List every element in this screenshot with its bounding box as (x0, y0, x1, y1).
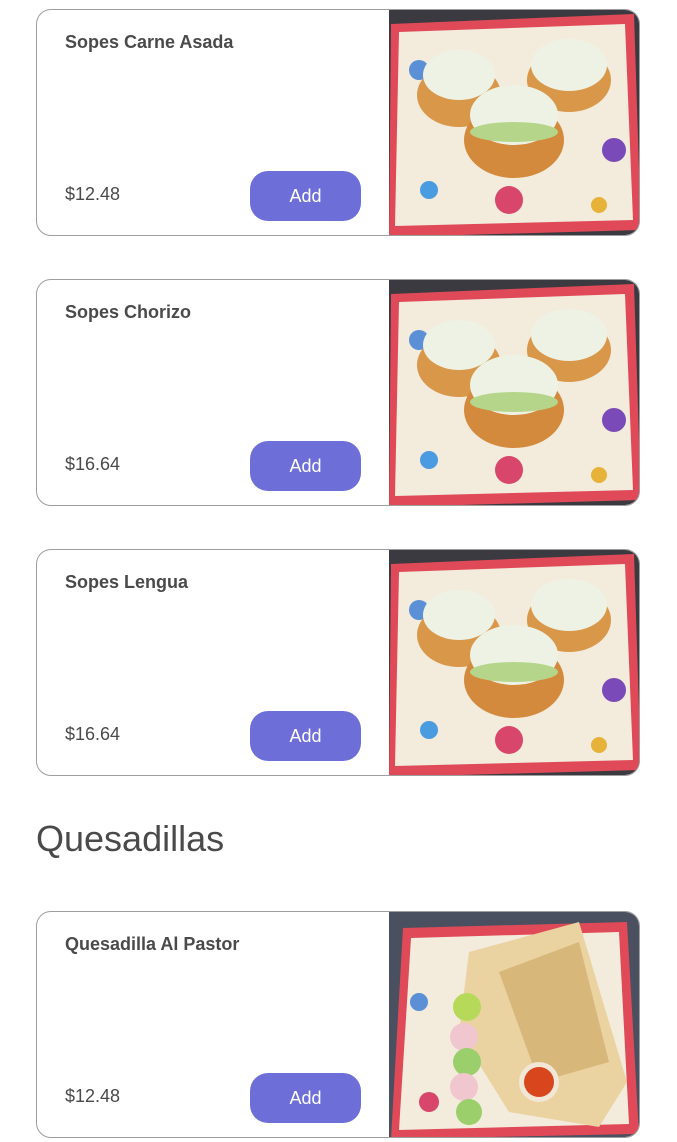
add-button[interactable]: Add (250, 711, 361, 761)
section-title: Quesadillas (36, 818, 225, 859)
item-photo[interactable] (389, 280, 639, 505)
add-button[interactable]: Add (250, 441, 361, 491)
item-photo[interactable] (389, 912, 639, 1137)
item-photo[interactable] (389, 10, 639, 235)
add-button[interactable]: Add (250, 171, 361, 221)
item-price: $16.64 (65, 724, 121, 744)
item-price: $16.64 (65, 454, 121, 474)
item-name: Quesadilla Al Pastor (65, 934, 240, 954)
menu-item-card[interactable]: Sopes Chorizo $16.64 Add (36, 279, 640, 506)
menu-item-card[interactable]: Sopes Carne Asada $12.48 Add (36, 9, 640, 236)
item-price: $12.48 (65, 1086, 121, 1106)
menu-item-card[interactable]: Quesadilla Al Pastor $12.48 Add (36, 911, 640, 1138)
add-button[interactable]: Add (250, 1073, 361, 1123)
item-name: Sopes Carne Asada (65, 32, 234, 52)
menu-item-card[interactable]: Sopes Lengua $16.64 Add (36, 549, 640, 776)
item-photo[interactable] (389, 550, 639, 775)
item-price: $12.48 (65, 184, 121, 204)
item-name: Sopes Chorizo (65, 302, 192, 322)
item-name: Sopes Lengua (65, 572, 189, 592)
